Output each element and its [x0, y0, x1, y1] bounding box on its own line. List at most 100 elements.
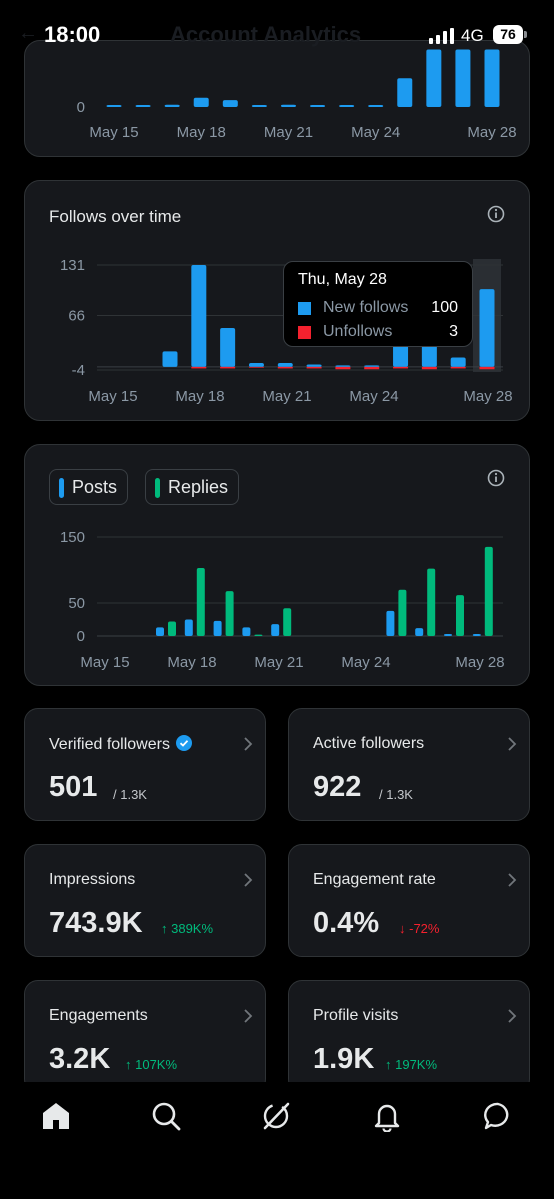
new-follows-bar [220, 328, 236, 367]
chart-tooltip: Thu, May 28 New follows 100 Unfollows 3 [283, 261, 473, 347]
network-type: 4G [461, 26, 484, 45]
y-tick-label: 0 [77, 99, 85, 116]
bar-may-18 [193, 97, 209, 107]
replies-bar [168, 621, 176, 636]
unfollows-bar [364, 366, 380, 370]
tooltip-label: Unfollows [323, 323, 393, 340]
stat-verified-followers[interactable]: Verified followers 501 / 1.3K [24, 708, 266, 821]
new-follows-bar [364, 365, 380, 367]
x-tick-label: May 21 [262, 388, 311, 405]
new-follows-bar [479, 289, 495, 367]
x-tick-label: May 24 [351, 124, 400, 141]
bar-may-23 [339, 105, 355, 107]
y-tick-label: 150 [60, 529, 85, 546]
stat-value: 922 [313, 771, 362, 803]
replies-bar [225, 591, 234, 636]
posts-bar [184, 619, 193, 636]
unfollows-bar [306, 366, 322, 369]
posts-bar [213, 620, 222, 636]
chevron-right-icon [244, 1009, 253, 1023]
y-tick-label: 66 [68, 308, 85, 325]
bar-may-25 [397, 78, 413, 107]
replies-bar [484, 546, 493, 636]
tooltip-value: 100 [431, 299, 458, 316]
chevron-right-icon [508, 873, 517, 887]
x-tick-label: May 18 [177, 124, 226, 141]
grok-icon[interactable] [260, 1100, 292, 1132]
replies-bar [456, 595, 464, 636]
stat-engagement-rate[interactable]: Engagement rate 0.4% ↓ -72% [288, 844, 530, 957]
legend-swatch [298, 326, 311, 339]
bar-may-16 [135, 105, 151, 107]
tooltip-row-unfollows: Unfollows 3 [298, 323, 458, 343]
x-tick-label: May 28 [463, 388, 512, 405]
stat-label: Active followers [313, 735, 425, 752]
stat-value: 501 [49, 771, 98, 803]
chevron-right-icon [508, 737, 517, 751]
posts-bar [156, 627, 164, 636]
x-tick-label: May 24 [341, 654, 390, 671]
stat-sub: / 1.3K [113, 787, 147, 802]
battery-icon: 76 [493, 25, 527, 44]
x-tick-label: May 18 [167, 654, 216, 671]
x-tick-label: May 15 [89, 124, 138, 141]
bar-may-22 [310, 105, 326, 107]
chevron-right-icon [244, 873, 253, 887]
stat-active-followers[interactable]: Active followers 922 / 1.3K [288, 708, 530, 821]
bar-may-15 [106, 105, 122, 107]
bar-may-20 [251, 105, 267, 107]
stat-label: Engagement rate [313, 871, 436, 888]
posts-replies-card: Posts Replies 150 50 0 May 15 May 18 May 21 Ma… [24, 444, 530, 686]
replies-bar [427, 568, 436, 636]
stat-delta: ↑ 107K% [125, 1057, 178, 1072]
stat-label: Impressions [49, 871, 136, 888]
unfollows-bar [450, 366, 466, 369]
stat-value: 3.2K [49, 1043, 111, 1075]
tooltip-row-new-follows: New follows 100 [298, 299, 458, 319]
posts-bar [242, 627, 251, 636]
unfollows-bar [479, 366, 495, 370]
stat-value: 0.4% [313, 907, 380, 939]
stat-delta: ↓ -72% [399, 921, 440, 936]
notifications-icon[interactable] [371, 1100, 403, 1132]
bar-may-24 [368, 105, 384, 107]
signal-icon [429, 28, 454, 44]
x-tick-label: May 28 [455, 654, 504, 671]
unfollows-bar [393, 366, 409, 369]
replies-bar [398, 589, 407, 636]
tooltip-label: New follows [323, 299, 409, 316]
stat-label: Verified followers [49, 735, 192, 754]
messages-icon[interactable] [482, 1100, 514, 1132]
unfollows-bar [277, 366, 293, 369]
stat-delta: ↑ 197K% [385, 1057, 438, 1072]
posts-replies-bar-chart[interactable]: 150 50 0 May 15 May 18 May 21 May 24 May 28 [25, 445, 531, 687]
x-tick-label: May 21 [254, 654, 303, 671]
back-arrow-icon[interactable]: ← [18, 22, 38, 45]
unfollows-bar [421, 366, 437, 370]
posts-bar [271, 624, 280, 636]
chevron-right-icon [508, 1009, 517, 1023]
x-tick-label: May 28 [467, 124, 516, 141]
stat-profile-visits[interactable]: Profile visits 1.9K ↑ 197K% [288, 980, 530, 1093]
y-tick-label: 0 [77, 628, 85, 645]
new-follows-bar [393, 343, 409, 367]
stat-sub: / 1.3K [379, 787, 413, 802]
stat-delta: ↑ 389K% [161, 921, 214, 936]
unfollows-bar [335, 366, 351, 370]
verified-badge-icon [175, 735, 192, 751]
x-tick-label: May 15 [88, 388, 137, 405]
stat-value: 1.9K [313, 1043, 375, 1075]
stat-impressions[interactable]: Impressions 743.9K ↑ 389K% [24, 844, 266, 957]
bar-may-21 [280, 104, 296, 107]
bar-may-19 [222, 100, 238, 107]
bar-may-17 [164, 104, 180, 107]
search-icon[interactable] [150, 1100, 182, 1132]
home-icon[interactable] [40, 1100, 72, 1132]
stat-engagements[interactable]: Engagements 3.2K ↑ 107K% [24, 980, 266, 1093]
new-follows-bar [335, 365, 351, 367]
chevron-right-icon [244, 737, 253, 751]
x-tick-label: May 18 [175, 388, 224, 405]
new-follows-bar [450, 357, 466, 367]
stat-label-text: Verified followers [49, 736, 170, 753]
unfollows-bar [220, 366, 236, 369]
